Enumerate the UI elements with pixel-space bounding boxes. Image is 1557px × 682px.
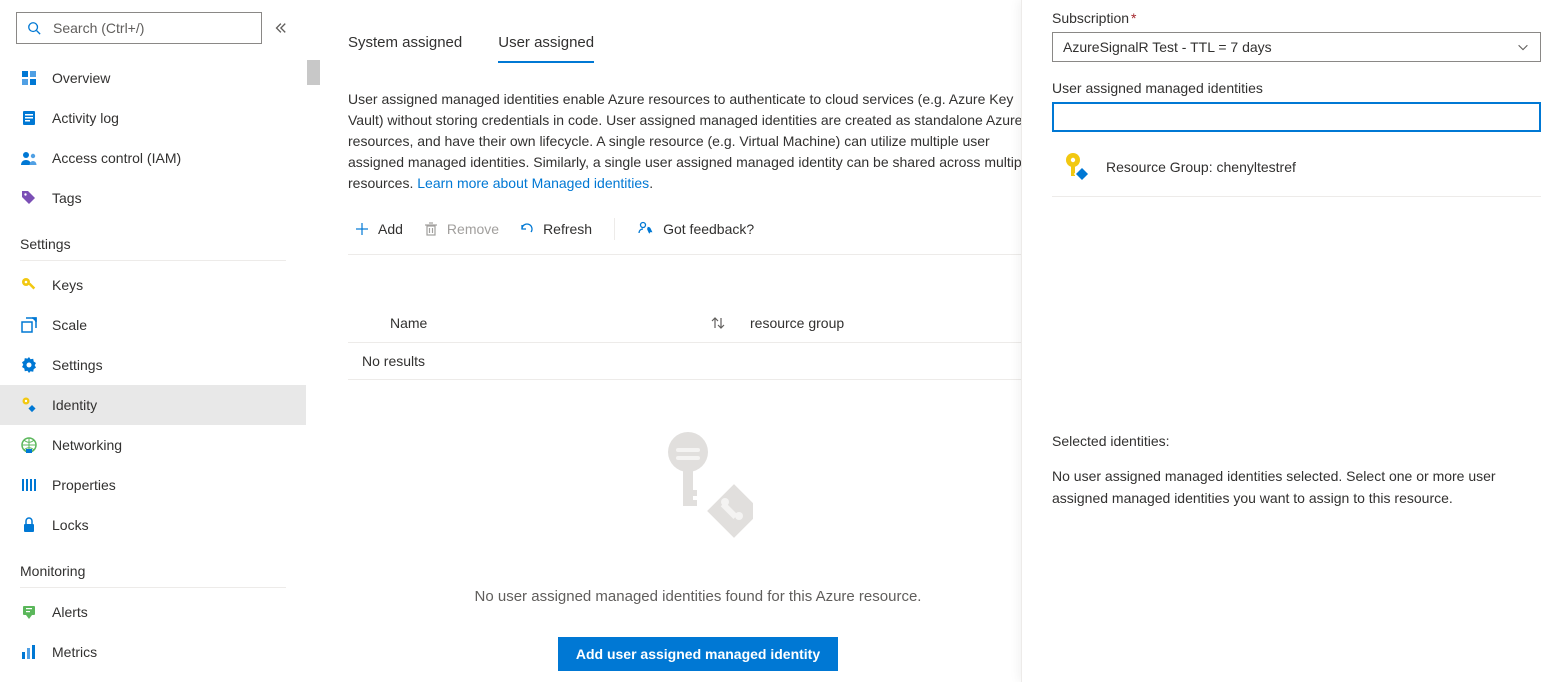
button-label: Refresh <box>543 221 592 237</box>
tab-user-assigned[interactable]: User assigned <box>498 34 594 63</box>
add-uami-blade: Subscription* AzureSignalR Test - TTL = … <box>1021 0 1557 682</box>
sidebar-item-identity[interactable]: Identity <box>0 385 306 425</box>
empty-state-text: No user assigned managed identities foun… <box>475 588 922 605</box>
chevron-down-icon <box>1516 40 1530 54</box>
remove-button: Remove <box>417 217 505 241</box>
dropdown-value: AzureSignalR Test - TTL = 7 days <box>1063 39 1272 55</box>
sidebar-item-label: Locks <box>52 517 89 533</box>
sidebar-item-label: Alerts <box>52 604 88 620</box>
description: User assigned managed identities enable … <box>348 89 1048 194</box>
tabs: System assigned User assigned <box>348 34 1048 63</box>
subscription-label: Subscription* <box>1052 10 1541 26</box>
sidebar-item-label: Access control (IAM) <box>52 150 181 166</box>
search-box[interactable] <box>16 12 262 44</box>
scale-icon <box>20 316 38 334</box>
keys-icon <box>20 276 38 294</box>
activity-log-icon <box>20 109 38 127</box>
feedback-button[interactable]: Got feedback? <box>631 216 760 242</box>
learn-more-link[interactable]: Learn more about Managed identities <box>417 175 649 191</box>
sidebar-item-label: Scale <box>52 317 87 333</box>
sidebar-item-label: Properties <box>52 477 116 493</box>
col-name[interactable]: Name <box>390 315 710 331</box>
sidebar-item-label: Keys <box>52 277 83 293</box>
sidebar-item-iam[interactable]: Access control (IAM) <box>0 138 306 178</box>
uami-search-input[interactable] <box>1052 102 1541 132</box>
sidebar-item-metrics[interactable]: Metrics <box>0 632 306 672</box>
tags-icon <box>20 189 38 207</box>
sidebar-item-overview[interactable]: Overview <box>0 58 306 98</box>
networking-icon <box>20 436 38 454</box>
sidebar-item-label: Settings <box>52 357 103 373</box>
iam-icon <box>20 149 38 167</box>
sidebar-item-label: Metrics <box>52 644 97 660</box>
sidebar-heading-monitoring: Monitoring <box>0 549 306 583</box>
required-icon: * <box>1131 10 1136 26</box>
metrics-icon <box>20 643 38 661</box>
sidebar-item-properties[interactable]: Properties <box>0 465 306 505</box>
sidebar: Overview Activity log Access control (IA… <box>0 0 306 682</box>
sidebar-item-scale[interactable]: Scale <box>0 305 306 345</box>
alerts-icon <box>20 603 38 621</box>
subscription-dropdown[interactable]: AzureSignalR Test - TTL = 7 days <box>1052 32 1541 62</box>
feedback-icon <box>637 220 655 238</box>
table-header: Name resource group <box>348 303 1048 343</box>
rg-item-label: Resource Group: chenyltestref <box>1106 159 1296 175</box>
button-label: Got feedback? <box>663 221 754 237</box>
selected-identities-description: No user assigned managed identities sele… <box>1052 465 1541 509</box>
sidebar-item-label: Identity <box>52 397 97 413</box>
settings-icon <box>20 356 38 374</box>
sidebar-item-keys[interactable]: Keys <box>0 265 306 305</box>
button-label: Remove <box>447 221 499 237</box>
plus-icon <box>354 221 370 237</box>
refresh-button[interactable]: Refresh <box>513 217 598 241</box>
identity-icon <box>20 396 38 414</box>
sidebar-item-settings[interactable]: Settings <box>0 345 306 385</box>
col-resource-group[interactable]: resource group <box>750 315 844 331</box>
locks-icon <box>20 516 38 534</box>
sidebar-item-networking[interactable]: Networking <box>0 425 306 465</box>
search-icon <box>25 19 43 37</box>
sidebar-item-label: Activity log <box>52 110 119 126</box>
empty-state: No user assigned managed identities foun… <box>348 420 1048 671</box>
properties-icon <box>20 476 38 494</box>
sidebar-heading-settings: Settings <box>0 222 306 256</box>
selected-identities-heading: Selected identities: <box>1052 433 1541 449</box>
collapse-sidebar-button[interactable] <box>270 18 290 38</box>
sidebar-item-label: Tags <box>52 190 82 206</box>
sort-icon[interactable] <box>710 315 750 331</box>
resource-group-item[interactable]: Resource Group: chenyltestref <box>1052 144 1541 197</box>
sidebar-item-locks[interactable]: Locks <box>0 505 306 545</box>
uami-label: User assigned managed identities <box>1052 80 1541 96</box>
sidebar-item-label: Overview <box>52 70 110 86</box>
trash-icon <box>423 221 439 237</box>
add-button[interactable]: Add <box>348 217 409 241</box>
search-input[interactable] <box>51 19 253 37</box>
identity-icon <box>1062 152 1090 182</box>
toolbar-separator <box>614 218 615 240</box>
table: Name resource group No results <box>348 303 1048 380</box>
add-user-assigned-button[interactable]: Add user assigned managed identity <box>558 637 838 671</box>
sidebar-item-alerts[interactable]: Alerts <box>0 592 306 632</box>
button-label: Add <box>378 221 403 237</box>
sidebar-item-activity-log[interactable]: Activity log <box>0 98 306 138</box>
overview-icon <box>20 69 38 87</box>
toolbar: Add Remove Refresh Got feedback? <box>348 216 1048 255</box>
no-results-row: No results <box>348 343 1048 380</box>
tab-system-assigned[interactable]: System assigned <box>348 34 462 63</box>
sidebar-item-label: Networking <box>52 437 122 453</box>
sidebar-item-tags[interactable]: Tags <box>0 178 306 218</box>
identity-large-icon <box>643 420 753 540</box>
refresh-icon <box>519 221 535 237</box>
